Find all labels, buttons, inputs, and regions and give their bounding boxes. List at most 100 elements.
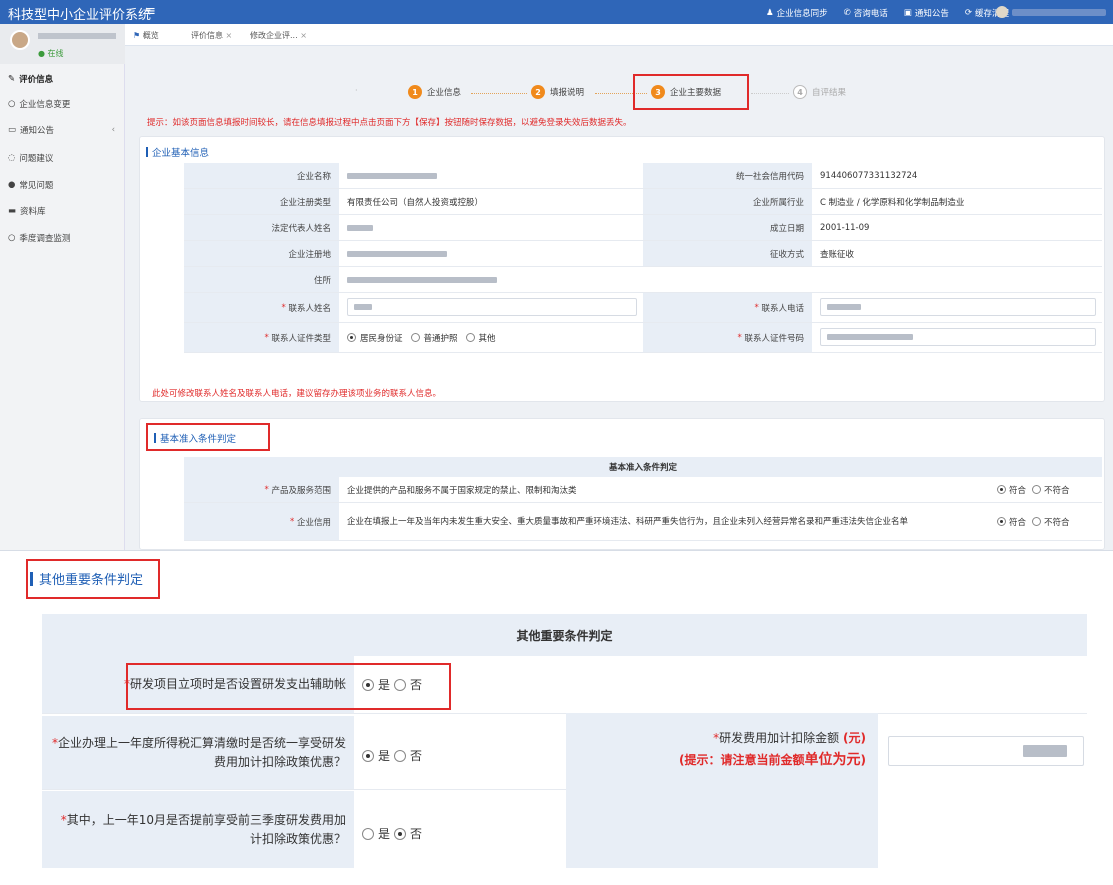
sidebar: ● 在线 ✎ 评价信息 ○ 企业信息变更 ▭ 通知公告 ‹ ◌ 问题建议 ● 常见问题 ▬ 资… — [0, 24, 125, 550]
info-row: 企业注册类型 有限责任公司（自然人投资或控股） 企业所属行业 C 制造业 / 化… — [184, 189, 1102, 215]
basic-info-panel: 企业基本信息 企业名称 统一社会信用代码 914406077331132724 … — [139, 136, 1105, 402]
rd-deduction-amount-input[interactable] — [888, 736, 1084, 766]
radio-yes[interactable] — [997, 517, 1006, 526]
sidebar-item-notices[interactable]: ▭ 通知公告 ‹ — [0, 119, 125, 141]
online-status: ● 在线 — [38, 49, 64, 58]
section-title: 其他重要条件判定 — [30, 569, 143, 588]
question-icon: ● — [8, 180, 16, 190]
sidebar-item-evaluation[interactable]: ✎ 评价信息 — [0, 68, 125, 90]
user-menu[interactable] — [996, 5, 1106, 19]
step-number: 4 — [793, 85, 807, 99]
step-1: 1 企业信息 — [408, 85, 461, 99]
notice-icon: ▭ — [8, 125, 17, 135]
circle-icon: ○ — [8, 99, 16, 109]
top-bar: 科技型中小企业评价系统 ≡ ♟ 企业信息同步 ✆ 咨询电话 ▣ 通知公告 ⟳ 缓存清理 — [0, 0, 1113, 24]
radio-yes[interactable] — [362, 678, 374, 691]
step-3: 3 企业主要数据 — [651, 85, 721, 99]
main-content: · 1 企业信息 2 填报说明 3 企业主要数据 4 自评结果 提示：如该页面信… — [125, 46, 1113, 550]
chat-icon: ◌ — [8, 153, 16, 163]
section-title: 基本准入条件判定 — [154, 431, 236, 445]
step-label: 企业主要数据 — [670, 88, 722, 98]
sidebar-item-company-change[interactable]: ○ 企业信息变更 — [0, 93, 125, 115]
step-2: 2 填报说明 — [531, 85, 584, 99]
sync-enterprise-button[interactable]: ♟ 企业信息同步 — [766, 6, 828, 20]
radio-id-card[interactable] — [347, 333, 356, 342]
q2-radio-group: 是 否 — [362, 747, 422, 764]
edit-icon: ✎ — [8, 74, 16, 84]
step-label: 企业信息 — [427, 88, 462, 98]
access-conditions-panel: 基本准入条件判定 基本准入条件判定 * 产品及服务范围 企业提供的产品和服务不属… — [139, 418, 1105, 550]
table-header: 基本准入条件判定 — [184, 457, 1102, 477]
radio-yes[interactable] — [362, 749, 374, 762]
notice-icon: ▣ — [903, 8, 912, 18]
id-number-input[interactable] — [820, 328, 1096, 346]
q3-radio-group: 是 否 — [362, 825, 422, 842]
radio-passport[interactable] — [410, 333, 420, 342]
notice-button[interactable]: ▣ 通知公告 — [904, 6, 949, 20]
user-sync-icon: ♟ — [766, 8, 774, 18]
company-name-redacted — [339, 163, 643, 188]
step-connector — [751, 93, 789, 94]
user-panel: ● 在线 — [0, 24, 125, 64]
contact-phone-input[interactable] — [820, 298, 1096, 316]
save-tip: 提示：如该页面信息填报时间较长，请在信息填报过程中点击页面下方【保存】按钮随时保… — [147, 118, 632, 128]
avatar — [10, 30, 30, 50]
phone-icon: ✆ — [843, 8, 851, 18]
hotline-button[interactable]: ✆ 咨询电话 — [844, 6, 888, 20]
radio-other[interactable] — [465, 333, 475, 342]
contact-warning: 此处可修改联系人姓名及联系人电话，建议留存办理该项业务的联系人信息。 — [152, 389, 442, 399]
sidebar-item-suggestions[interactable]: ◌ 问题建议 — [0, 147, 125, 169]
step-number: 2 — [531, 85, 545, 99]
address-redacted — [339, 267, 1102, 292]
sidebar-item-quarterly-survey[interactable]: ○ 季度调查监测 — [0, 227, 125, 249]
tab-evaluation[interactable]: 评价信息 × — [191, 30, 232, 41]
table-header: 其他重要条件判定 — [42, 614, 1087, 656]
sidebar-item-faq[interactable]: ● 常见问题 — [0, 174, 125, 196]
circle-icon: ○ — [8, 233, 16, 243]
step-number: 3 — [651, 85, 665, 99]
refresh-icon: ⟳ — [964, 8, 972, 18]
info-row: 企业注册地 征收方式 查账征收 — [184, 241, 1102, 267]
step-label: 填报说明 — [550, 88, 585, 98]
contact-name-input[interactable] — [347, 298, 637, 316]
section-title: 企业基本信息 — [146, 145, 209, 159]
table-row: * 企业信用 企业在填报上一年及当年内未发生重大安全、重大质量事故和严重环境违法… — [184, 503, 1102, 541]
user-name-redacted — [1012, 8, 1106, 16]
info-row: 法定代表人姓名 成立日期 2001-11-09 — [184, 215, 1102, 241]
radio-no[interactable] — [1032, 485, 1042, 494]
tab-strip: ⚑ 概览 评价信息 × 修改企业评... × — [125, 24, 1113, 46]
folder-icon: ▬ — [8, 206, 17, 216]
id-type-radio-group: 居民身份证 普通护照 其他 — [339, 323, 643, 352]
radio-yes[interactable] — [997, 485, 1006, 494]
table-row: * 产品及服务范围 企业提供的产品和服务不属于国家规定的禁止、限制和淘汰类 符合… — [184, 477, 1102, 503]
avatar — [996, 6, 1008, 18]
top-actions: ♟ 企业信息同步 ✆ 咨询电话 ▣ 通知公告 ⟳ 缓存清理 — [766, 6, 1009, 20]
q1-radio-group: 是 否 — [362, 676, 422, 693]
tab-overview[interactable]: ⚑ 概览 — [133, 30, 159, 41]
info-row: 住所 — [184, 267, 1102, 293]
amount-label: *研发费用加计扣除金额 (元) (提示：请注意当前金额单位为元) — [679, 731, 866, 768]
chevron-left-icon: ‹ — [111, 125, 115, 135]
other-conditions-panel: 其他重要条件判定 其他重要条件判定 * 研发项目立项时是否设置研发支出辅助帐 是 … — [0, 550, 1113, 885]
radio-group: 符合 不符合 — [989, 503, 1102, 540]
radio-no[interactable] — [1032, 517, 1042, 526]
info-row: 企业名称 统一社会信用代码 914406077331132724 — [184, 163, 1102, 189]
close-icon[interactable]: × — [300, 31, 307, 40]
info-row: * 联系人证件类型 居民身份证 普通护照 其他 * 联系人证件号码 — [184, 323, 1102, 353]
step-connector — [471, 93, 527, 94]
close-icon[interactable]: × — [226, 31, 233, 40]
sidebar-item-library[interactable]: ▬ 资料库 — [0, 200, 125, 222]
step-4: 4 自评结果 — [793, 85, 846, 99]
radio-yes[interactable] — [362, 827, 374, 840]
app-title: 科技型中小企业评价系统 — [8, 8, 152, 23]
radio-no[interactable] — [394, 678, 407, 691]
radio-no[interactable] — [394, 749, 407, 762]
user-name-redacted — [38, 33, 116, 39]
reg-place-redacted — [339, 241, 643, 266]
step-number: 1 — [408, 85, 422, 99]
radio-no[interactable] — [394, 827, 407, 840]
tab-edit-evaluation[interactable]: 修改企业评... × — [250, 30, 307, 41]
hamburger-menu-icon[interactable]: ≡ — [145, 4, 156, 19]
radio-group: 符合 不符合 — [989, 477, 1102, 502]
step-label: 自评结果 — [812, 88, 847, 98]
